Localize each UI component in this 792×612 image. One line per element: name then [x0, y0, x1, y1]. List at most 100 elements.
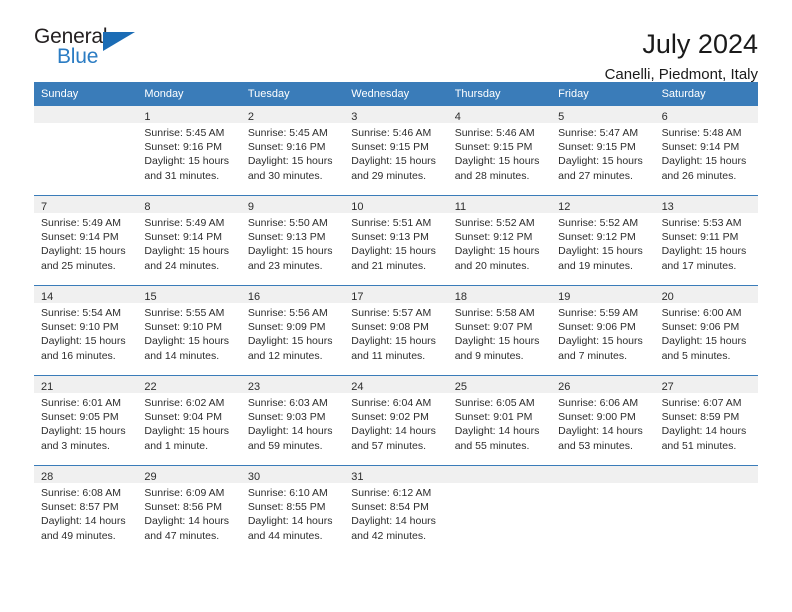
daylight-text-line1: Daylight: 15 hours [558, 335, 643, 348]
calendar-day-cell[interactable]: 12 Sunrise: 5:52 AM Sunset: 9:12 PM Dayligh… [551, 196, 655, 285]
day-details: Sunrise: 5:47 AM Sunset: 9:15 PM Daylight:… [551, 123, 654, 183]
day-details: Sunrise: 6:00 AM Sunset: 9:06 PM Daylight:… [655, 303, 758, 363]
sunrise-text: Sunrise: 6:02 AM [144, 397, 225, 409]
day-number-bar: 20 [654, 286, 758, 303]
calendar-day-cell[interactable]: 28 Sunrise: 6:08 AM Sunset: 8:57 PM Dayligh… [34, 466, 138, 555]
calendar-day-cell[interactable]: 17 Sunrise: 5:57 AM Sunset: 9:08 PM Dayligh… [344, 286, 448, 375]
sunrise-text: Sunrise: 5:46 AM [351, 127, 432, 139]
sunset-text: Sunset: 9:16 PM [144, 141, 223, 154]
day-number-bar: 22 [137, 376, 241, 393]
day-number-bar: 13 [654, 196, 758, 213]
sunrise-text: Sunrise: 5:49 AM [41, 217, 121, 229]
calendar-day-cell[interactable]: 16 Sunrise: 5:56 AM Sunset: 9:09 PM Dayligh… [240, 286, 345, 375]
daylight-text-line2: and 24 minutes. [144, 259, 220, 272]
sunset-text: Sunset: 9:00 PM [558, 411, 636, 424]
day-number: 10 [351, 201, 364, 213]
calendar-day-cell[interactable]: 29 Sunrise: 6:09 AM Sunset: 8:56 PM Dayligh… [137, 466, 241, 555]
daylight-text-line1: Daylight: 15 hours [41, 425, 126, 438]
daylight-text-line2: and 55 minutes. [454, 439, 530, 452]
day-number: 12 [558, 201, 571, 213]
day-details: Sunrise: 6:10 AM Sunset: 8:55 PM Daylight:… [241, 483, 344, 543]
day-number-bar: 25 [447, 376, 552, 393]
day-details: Sunrise: 6:06 AM Sunset: 9:00 PM Daylight:… [551, 393, 654, 453]
calendar-day-cell[interactable]: 20 Sunrise: 6:00 AM Sunset: 9:06 PM Dayligh… [654, 286, 758, 375]
calendar-day-cell[interactable]: 27 Sunrise: 6:07 AM Sunset: 8:59 PM Dayligh… [654, 376, 758, 465]
calendar-day-cell[interactable]: 5 Sunrise: 5:47 AM Sunset: 9:15 PM Daylight… [551, 106, 655, 195]
calendar-day-cell[interactable]: 2 Sunrise: 5:45 AM Sunset: 9:16 PM Daylight… [240, 106, 345, 195]
calendar-day-cell[interactable]: 15 Sunrise: 5:55 AM Sunset: 9:10 PM Dayligh… [137, 286, 241, 375]
calendar-cell-empty [447, 466, 552, 555]
calendar-day-cell[interactable]: 31 Sunrise: 6:12 AM Sunset: 8:54 PM Dayligh… [344, 466, 448, 555]
day-number: 29 [144, 471, 157, 483]
day-details: Sunrise: 6:12 AM Sunset: 8:54 PM Daylight:… [344, 483, 447, 543]
day-details: Sunrise: 5:51 AM Sunset: 9:13 PM Daylight:… [344, 213, 447, 273]
daylight-text-line2: and 3 minutes. [41, 439, 110, 452]
day-number: 26 [558, 381, 571, 393]
sunrise-text: Sunrise: 6:10 AM [247, 487, 328, 499]
calendar-day-cell[interactable]: 21 Sunrise: 6:01 AM Sunset: 9:05 PM Dayligh… [34, 376, 138, 465]
sunrise-text: Sunrise: 5:51 AM [351, 217, 432, 229]
calendar-day-cell[interactable]: 22 Sunrise: 6:02 AM Sunset: 9:04 PM Dayligh… [137, 376, 241, 465]
day-number-bar: 15 [137, 286, 241, 303]
calendar-day-cell[interactable]: 3 Sunrise: 5:46 AM Sunset: 9:15 PM Daylight… [344, 106, 448, 195]
day-number-bar: 23 [240, 376, 345, 393]
daylight-text-line2: and 1 minute. [144, 439, 209, 452]
day-details: Sunrise: 6:04 AM Sunset: 9:02 PM Daylight:… [344, 393, 447, 453]
calendar-day-cell[interactable]: 4 Sunrise: 5:46 AM Sunset: 9:15 PM Daylight… [447, 106, 552, 195]
calendar-day-cell[interactable]: 25 Sunrise: 6:05 AM Sunset: 9:01 PM Dayligh… [447, 376, 552, 465]
day-number: 22 [144, 381, 157, 393]
day-details: Sunrise: 5:46 AM Sunset: 9:15 PM Daylight:… [344, 123, 447, 183]
day-number-bar: 24 [344, 376, 448, 393]
daylight-text-line2: and 44 minutes. [247, 529, 323, 542]
sunset-text: Sunset: 9:15 PM [351, 141, 429, 154]
sunset-text: Sunset: 9:12 PM [558, 231, 636, 244]
day-details: Sunrise: 5:53 AM Sunset: 9:11 PM Daylight:… [655, 213, 758, 273]
sunrise-text: Sunrise: 6:04 AM [351, 397, 432, 409]
day-details: Sunrise: 6:03 AM Sunset: 9:03 PM Daylight:… [241, 393, 344, 453]
sunrise-text: Sunrise: 5:52 AM [558, 217, 639, 229]
calendar-day-cell[interactable]: 8 Sunrise: 5:49 AM Sunset: 9:14 PM Daylight… [137, 196, 241, 285]
sunrise-text: Sunrise: 6:07 AM [661, 397, 742, 409]
day-number-bar: 28 [34, 466, 138, 483]
calendar-day-cell[interactable]: 7 Sunrise: 5:49 AM Sunset: 9:14 PM Daylight… [34, 196, 138, 285]
page-header: General Blue July 2024 Canelli, Piedmont… [34, 0, 758, 84]
calendar-day-cell[interactable]: 13 Sunrise: 5:53 AM Sunset: 9:11 PM Dayligh… [654, 196, 758, 285]
calendar-day-cell[interactable]: 24 Sunrise: 6:04 AM Sunset: 9:02 PM Dayligh… [344, 376, 448, 465]
sunset-text: Sunset: 9:01 PM [454, 411, 533, 424]
calendar-day-cell[interactable]: 23 Sunrise: 6:03 AM Sunset: 9:03 PM Dayligh… [240, 376, 345, 465]
sunrise-text: Sunrise: 6:12 AM [351, 487, 432, 499]
calendar-day-cell[interactable]: 14 Sunrise: 5:54 AM Sunset: 9:10 PM Dayligh… [34, 286, 138, 375]
calendar-day-cell[interactable]: 18 Sunrise: 5:58 AM Sunset: 9:07 PM Dayligh… [447, 286, 552, 375]
daylight-text-line1: Daylight: 15 hours [144, 425, 230, 438]
daylight-text-line2: and 17 minutes. [661, 259, 737, 272]
calendar-day-cell[interactable]: 11 Sunrise: 5:52 AM Sunset: 9:12 PM Dayligh… [447, 196, 552, 285]
calendar-day-cell[interactable]: 19 Sunrise: 5:59 AM Sunset: 9:06 PM Dayligh… [551, 286, 655, 375]
sunrise-text: Sunrise: 5:55 AM [144, 307, 225, 319]
calendar-day-cell[interactable]: 30 Sunrise: 6:10 AM Sunset: 8:55 PM Dayligh… [240, 466, 345, 555]
daylight-text-line1: Daylight: 14 hours [247, 515, 333, 528]
day-number-bar: 1 [137, 106, 241, 123]
day-details: Sunrise: 5:52 AM Sunset: 9:12 PM Daylight:… [448, 213, 551, 273]
daylight-text-line2: and 23 minutes. [247, 259, 323, 272]
daylight-text-line2: and 20 minutes. [454, 259, 530, 272]
day-number: 17 [351, 291, 364, 303]
calendar-day-cell[interactable]: 26 Sunrise: 6:06 AM Sunset: 9:00 PM Dayligh… [551, 376, 655, 465]
day-number-bar: 7 [34, 196, 138, 213]
sunset-text: Sunset: 9:07 PM [454, 321, 533, 334]
daylight-text-line2: and 42 minutes. [351, 529, 426, 542]
day-number: 31 [351, 471, 364, 483]
daylight-text-line1: Daylight: 15 hours [144, 335, 230, 348]
day-details: Sunrise: 6:02 AM Sunset: 9:04 PM Daylight:… [137, 393, 240, 453]
calendar-day-cell[interactable]: 6 Sunrise: 5:48 AM Sunset: 9:14 PM Daylight… [654, 106, 758, 195]
day-number: 14 [41, 291, 54, 303]
sunrise-text: Sunrise: 6:05 AM [454, 397, 535, 409]
brand-logo[interactable]: General Blue [34, 26, 142, 72]
calendar-week-row: 21 Sunrise: 6:01 AM Sunset: 9:05 PM Dayligh… [34, 375, 758, 465]
daylight-text-line2: and 31 minutes. [144, 169, 220, 182]
calendar-day-cell[interactable]: 10 Sunrise: 5:51 AM Sunset: 9:13 PM Dayligh… [344, 196, 448, 285]
daylight-text-line2: and 5 minutes. [661, 349, 731, 362]
calendar-day-cell[interactable]: 9 Sunrise: 5:50 AM Sunset: 9:13 PM Daylight… [240, 196, 345, 285]
sunset-text: Sunset: 9:06 PM [558, 321, 636, 334]
sunset-text: Sunset: 9:08 PM [351, 321, 429, 334]
calendar-day-cell[interactable]: 1 Sunrise: 5:45 AM Sunset: 9:16 PM Daylight… [137, 106, 241, 195]
